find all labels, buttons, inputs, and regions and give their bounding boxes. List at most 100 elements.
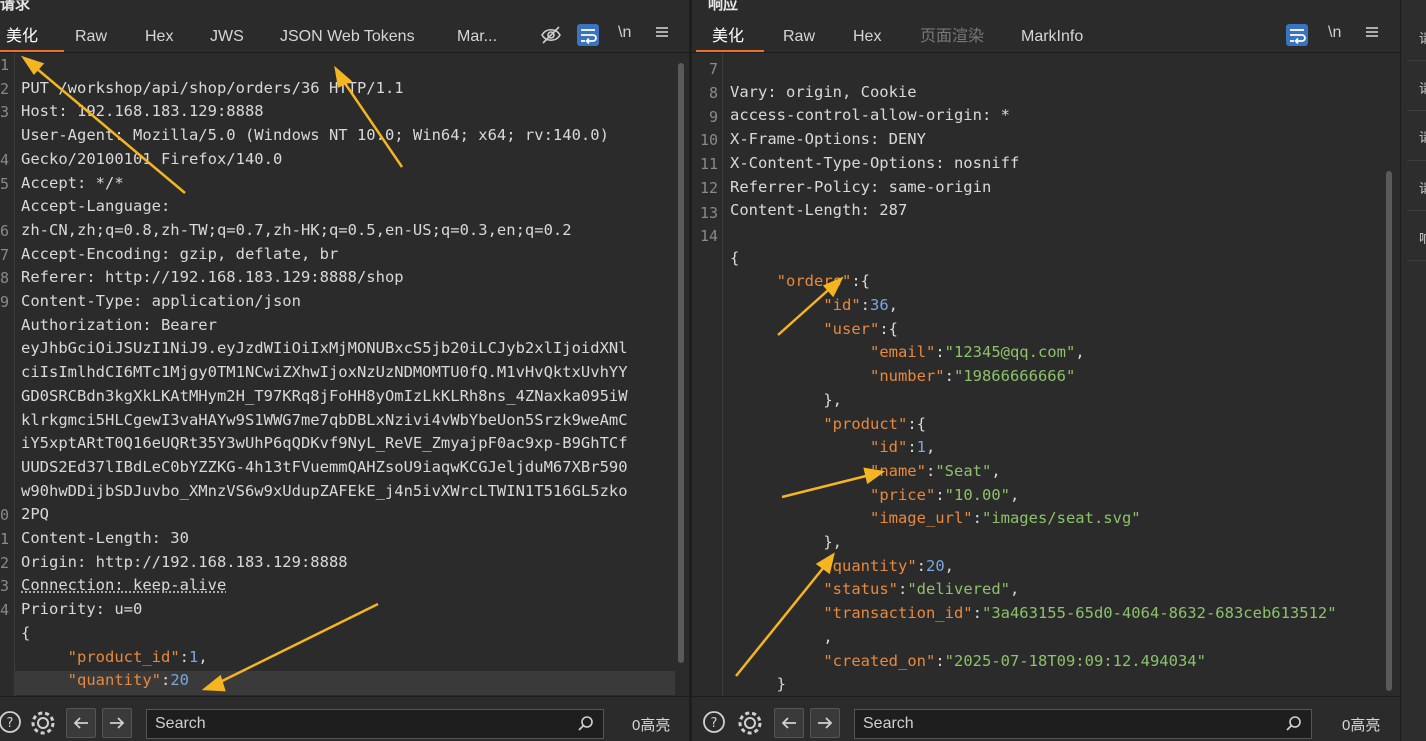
json-key: "id" — [823, 296, 861, 315]
request-line: User-Agent: Mozilla/5.0 (Windows NT 10.0… — [21, 126, 609, 145]
menu-icon[interactable] — [1364, 24, 1380, 45]
next-arrow-icon[interactable] — [102, 708, 132, 738]
word-wrap-icon[interactable] — [577, 24, 599, 46]
line-number: 8 — [708, 84, 718, 102]
token-line: GD0SRCBdn3kgXkLKAtMHym2H_T97KRq8jFoHH8yO… — [21, 386, 628, 405]
line-number: 11 — [699, 155, 718, 173]
line-number: 8 — [0, 269, 10, 287]
request-line: Accept-Language: — [21, 197, 171, 216]
settings-gear-icon[interactable] — [737, 710, 762, 735]
json-key: "user" — [823, 319, 880, 338]
response-header: Content-Length: 287 — [730, 201, 908, 220]
json-key: "image_url" — [869, 509, 973, 528]
tab-raw[interactable]: Raw — [75, 26, 107, 50]
tab-hex[interactable]: Hex — [853, 26, 881, 50]
tab-json-web-tokens[interactable]: JSON Web Tokens — [280, 26, 415, 50]
line-gutter: 1 2 3 4 5 6 7 8 9 0 1 2 3 4 — [0, 53, 15, 696]
help-icon[interactable]: ? — [702, 710, 726, 734]
side-item[interactable]: 请 — [1419, 28, 1426, 47]
tab-pretty[interactable]: 美化 — [712, 26, 744, 50]
next-arrow-icon[interactable] — [810, 708, 840, 738]
tab-pretty[interactable]: 美化 — [6, 26, 38, 50]
request-line: PUT /workshop/api/shop/orders/36 HTTP/1.… — [21, 78, 404, 97]
token-line: ciIsImlhdCI6MTc1Mjgy0TM1NCwiZXhwIjoxNzUz… — [21, 363, 628, 382]
json-string: "2025-07-18T09:09:12.494034" — [944, 651, 1206, 670]
vertical-scrollbar[interactable] — [678, 63, 684, 663]
line-number: 2 — [0, 80, 10, 98]
settings-gear-icon[interactable] — [30, 710, 55, 735]
line-number: 7 — [708, 60, 718, 78]
previous-arrow-icon[interactable] — [774, 708, 804, 738]
response-editor[interactable]: 7 8 9 10 11 12 13 14 Vary: origin, Cooki… — [692, 53, 1400, 696]
tab-markinfo[interactable]: Mar... — [457, 26, 497, 50]
json-number: 20 — [170, 671, 190, 690]
line-number: 4 — [0, 151, 10, 169]
previous-arrow-icon[interactable] — [66, 708, 96, 738]
side-item[interactable]: 请 — [1419, 78, 1426, 97]
request-line: zh-CN,zh;q=0.8,zh-TW;q=0.7,zh-HK;q=0.5,e… — [21, 220, 572, 239]
highlight-count: 0高亮 — [1342, 717, 1381, 734]
json-key: "email" — [869, 343, 936, 362]
response-header: access-control-allow-origin: * — [730, 106, 1010, 125]
request-line: Gecko/20100101 Firefox/140.0 — [21, 149, 283, 168]
line-number: 1 — [0, 530, 10, 548]
tab-page-render[interactable]: 页面渲染 — [920, 26, 984, 50]
json-key: "quantity" — [823, 556, 917, 575]
json-string: "19866666666" — [953, 367, 1076, 386]
line-number: 3 — [0, 103, 10, 121]
line-number: 14 — [699, 227, 718, 245]
json-key: "status" — [823, 580, 898, 599]
request-line: Content-Length: 30 — [21, 529, 189, 548]
side-item[interactable]: 响 — [1419, 228, 1426, 247]
search-input[interactable]: Search — [146, 709, 604, 739]
tab-raw[interactable]: Raw — [783, 26, 815, 50]
side-item[interactable]: 请 — [1419, 178, 1426, 197]
search-input[interactable]: Search — [854, 709, 1312, 739]
request-title: 请求 — [0, 0, 31, 13]
search-placeholder: Search — [863, 715, 914, 732]
token-line: iY5xptARtT0Q16eUQRt35Y3wUhP6qQDKvf9NyL_R… — [21, 434, 628, 453]
request-line: Accept-Encoding: gzip, deflate, br — [21, 244, 339, 263]
response-header: Vary: origin, Cookie — [730, 82, 917, 101]
tab-jws[interactable]: JWS — [210, 26, 244, 50]
response-text[interactable]: Vary: origin, Cookie access-control-allow… — [730, 57, 1337, 696]
json-key: "created_on" — [823, 651, 936, 670]
token-line: UUDS2Ed37lIBdLeC0bYZZKG-4h13tFVuemmQAHZs… — [21, 457, 628, 476]
request-line: Content-Type: application/json — [21, 292, 301, 311]
request-pane: 请求 美化 Raw Hex JWS JSON Web Tokens Mar...… — [0, 0, 689, 741]
json-string: "3a463155-65d0-4064-8632-683ceb613512" — [981, 604, 1337, 623]
json-string: "Seat" — [935, 461, 992, 480]
request-editor[interactable]: 1 2 3 4 5 6 7 8 9 0 1 2 3 4 PUT /worksho… — [0, 53, 689, 696]
highlight-count: 0高亮 — [632, 717, 671, 734]
json-string: "images/seat.svg" — [981, 509, 1141, 528]
line-gutter: 7 8 9 10 11 12 13 14 — [692, 53, 723, 696]
side-panel: 请 请 请 请 响 — [1400, 0, 1426, 741]
json-key: "quantity" — [67, 671, 161, 690]
word-wrap-icon[interactable] — [1286, 24, 1308, 46]
line-number: 1 — [0, 56, 10, 74]
search-placeholder: Search — [155, 715, 206, 732]
hide-eye-icon[interactable] — [540, 24, 562, 51]
newline-toggle[interactable]: \n — [1328, 24, 1341, 42]
request-text[interactable]: PUT /workshop/api/shop/orders/36 HTTP/1.… — [21, 53, 628, 696]
tab-hex[interactable]: Hex — [145, 26, 173, 50]
svg-text:?: ? — [711, 716, 718, 731]
line-number: 2 — [0, 554, 10, 572]
vertical-scrollbar[interactable] — [1386, 171, 1392, 691]
json-key: "product" — [823, 414, 908, 433]
request-line: Accept: */* — [21, 173, 124, 192]
json-key: "product_id" — [67, 647, 180, 666]
newline-toggle[interactable]: \n — [618, 24, 631, 42]
request-line: Referer: http://192.168.183.129:8888/sho… — [21, 268, 404, 287]
side-item[interactable]: 请 — [1419, 127, 1426, 146]
tab-markinfo[interactable]: MarkInfo — [1021, 26, 1083, 50]
help-icon[interactable]: ? — [0, 710, 22, 734]
request-search-bar: ? Search 0高亮 — [0, 696, 689, 741]
json-string: "10.00" — [944, 485, 1010, 504]
response-search-bar: ? Search 0高亮 — [692, 696, 1400, 741]
svg-text:?: ? — [7, 716, 14, 731]
line-number: 5 — [0, 175, 10, 193]
line-number: 12 — [699, 179, 718, 197]
response-title: 响应 — [708, 0, 739, 13]
menu-icon[interactable] — [654, 24, 670, 45]
